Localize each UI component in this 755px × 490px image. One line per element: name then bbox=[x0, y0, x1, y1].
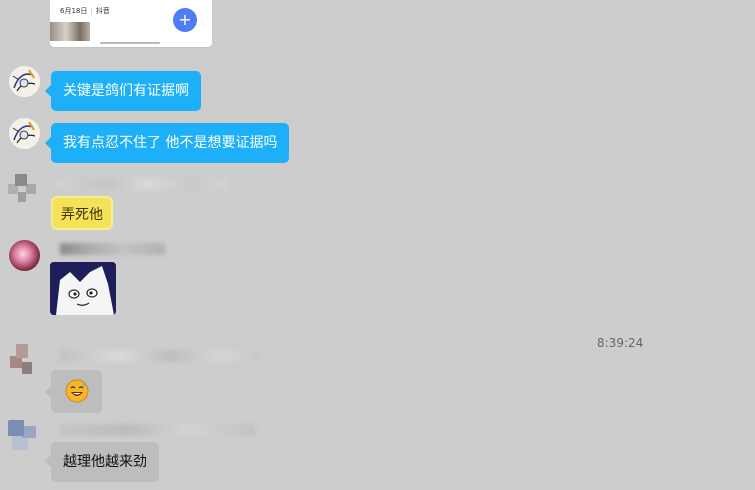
avatar-blurred[interactable] bbox=[8, 344, 39, 375]
shared-card-date: 6月18日 bbox=[60, 7, 88, 15]
shared-video-card[interactable]: 6月18日 | 抖音 + bbox=[50, 0, 212, 47]
emoji-message-bubble[interactable] bbox=[51, 370, 102, 413]
shared-card-progress-bar bbox=[100, 42, 160, 44]
sender-name-blurred bbox=[60, 243, 165, 255]
sketch-avatar-icon bbox=[9, 118, 40, 149]
avatar-blurred[interactable] bbox=[8, 172, 39, 203]
shared-card-app: 抖音 bbox=[95, 7, 110, 15]
sketch-avatar-icon bbox=[9, 66, 40, 97]
sweat-smile-emoji-icon bbox=[65, 379, 89, 403]
message-bubble[interactable]: 关键是鸽们有证据啊 bbox=[51, 71, 201, 111]
add-icon-button[interactable]: + bbox=[173, 8, 197, 32]
shared-card-thumbnail[interactable] bbox=[50, 22, 90, 41]
avatar-sketch[interactable] bbox=[9, 118, 40, 149]
message-bubble[interactable]: 越理他越来劲 bbox=[51, 442, 159, 482]
avatar-red[interactable] bbox=[9, 240, 40, 271]
sender-name-blurred bbox=[60, 424, 255, 436]
cat-sticker[interactable] bbox=[50, 262, 116, 315]
avatar-sketch[interactable] bbox=[9, 66, 40, 97]
avatar-blurred[interactable] bbox=[8, 420, 39, 451]
sender-name-blurred bbox=[56, 178, 226, 190]
shared-card-meta: 6月18日 | 抖音 bbox=[60, 6, 110, 16]
message-bubble-styled[interactable]: 弄死他 bbox=[51, 196, 113, 230]
emoji-face-icon bbox=[65, 379, 88, 403]
message-timestamp: 8:39:24 bbox=[597, 336, 644, 350]
meta-separator: | bbox=[90, 7, 93, 15]
cartoon-cat-face-icon bbox=[50, 262, 116, 315]
message-bubble[interactable]: 我有点忍不住了 他不是想要证据吗 bbox=[51, 123, 290, 163]
sender-name-blurred bbox=[60, 350, 260, 362]
